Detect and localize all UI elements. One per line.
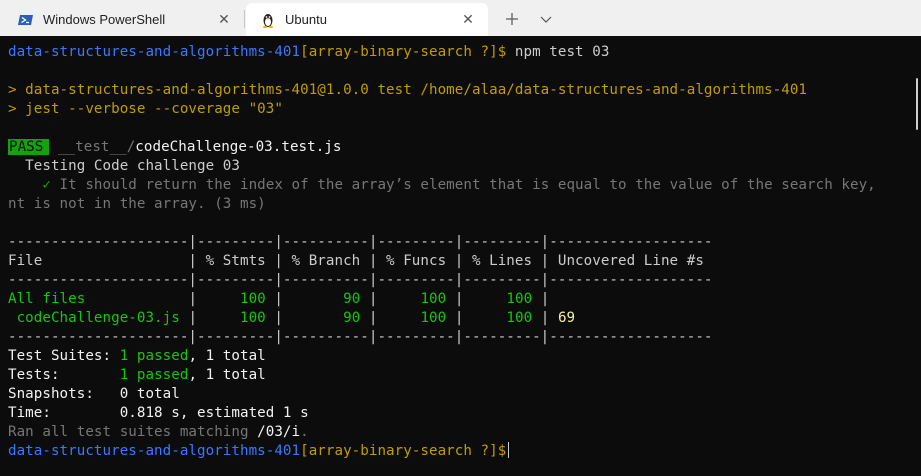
scrollbar-thumb[interactable] bbox=[916, 78, 918, 130]
tab-windows-powershell[interactable]: Windows PowerShell ✕ bbox=[4, 3, 244, 36]
ran-pattern: /03/i bbox=[257, 424, 301, 440]
coverage-branch: 90 bbox=[343, 291, 361, 307]
coverage-lines: 100 bbox=[506, 310, 533, 326]
describe-line: Testing Code challenge 03 bbox=[8, 158, 240, 174]
time-summary: Time: 0.818 s, estimated 1 s bbox=[8, 405, 309, 421]
ran-suffix: . bbox=[300, 424, 309, 440]
coverage-file: codeChallenge-03.js bbox=[8, 310, 189, 326]
prompt-directory: data-structures-and-algorithms-401 bbox=[8, 443, 301, 459]
summary-total: , 1 total bbox=[188, 367, 266, 383]
coverage-branch: 90 bbox=[343, 310, 361, 326]
command-text: npm test 03 bbox=[506, 44, 610, 60]
prompt-line: data-structures-and-algorithms-401[array… bbox=[8, 43, 609, 62]
coverage-header: File | % Stmts | % Branch | % Funcs | % … bbox=[8, 253, 713, 269]
coverage-separator: ---------------------|---------|--------… bbox=[8, 272, 713, 288]
checkmark-icon: ✓ bbox=[8, 177, 51, 193]
tab-bar: Windows PowerShell ✕ Ubuntu ✕ bbox=[0, 0, 921, 36]
test-directory: __test__/ bbox=[49, 139, 136, 155]
snapshots-summary: Snapshots: 0 total bbox=[8, 386, 180, 402]
npm-script-line: > data-structures-and-algorithms-401@1.0… bbox=[8, 82, 808, 98]
tab-ubuntu[interactable]: Ubuntu ✕ bbox=[246, 3, 488, 36]
chevron-down-icon bbox=[540, 16, 552, 23]
prompt-branch: [array-binary-search ?]$ bbox=[300, 44, 507, 60]
coverage-row: codeChallenge-03.js | 100 | 90 | 100 | 1… bbox=[8, 310, 576, 326]
new-tab-dropdown-button[interactable] bbox=[536, 9, 556, 29]
terminal-output[interactable]: data-structures-and-algorithms-401[array… bbox=[0, 36, 921, 476]
plus-icon bbox=[506, 13, 518, 25]
summary-passed: 1 passed bbox=[119, 348, 189, 364]
test-suites-summary: Test Suites: 1 passed, 1 total bbox=[8, 347, 266, 366]
coverage-funcs: 100 bbox=[420, 310, 447, 326]
prompt-directory: data-structures-and-algorithms-401 bbox=[8, 44, 301, 60]
jest-command-line: > jest --verbose --coverage "03" bbox=[8, 101, 283, 117]
close-tab-icon[interactable]: ✕ bbox=[460, 11, 476, 28]
linux-penguin-icon bbox=[260, 12, 276, 28]
coverage-uncovered: 69 bbox=[557, 310, 576, 326]
new-tab-button[interactable] bbox=[502, 9, 522, 29]
test-result-line: PASS __test__/codeChallenge-03.test.js bbox=[8, 138, 342, 157]
scrollbar[interactable] bbox=[913, 36, 921, 476]
test-case-continuation: nt is not in the array. (3 ms) bbox=[8, 196, 266, 212]
tab-label: Windows PowerShell bbox=[43, 12, 166, 27]
tab-separator bbox=[244, 10, 245, 28]
coverage-separator: ---------------------|---------|--------… bbox=[8, 329, 713, 345]
ran-prefix: Ran all test suites matching bbox=[8, 424, 258, 440]
coverage-row: All files | 100 | 90 | 100 | 100 | bbox=[8, 291, 558, 307]
text-cursor bbox=[508, 442, 510, 458]
summary-label: Tests: bbox=[8, 367, 120, 383]
coverage-separator: ---------------------|---------|--------… bbox=[8, 234, 713, 250]
coverage-lines: 100 bbox=[506, 291, 533, 307]
coverage-file: All files bbox=[8, 291, 189, 307]
test-case-line: ✓ It should return the index of the arra… bbox=[8, 176, 876, 195]
summary-label: Test Suites: bbox=[8, 348, 120, 364]
test-case-description: It should return the index of the array’… bbox=[50, 177, 876, 193]
summary-passed: 1 passed bbox=[119, 367, 189, 383]
summary-total: , 1 total bbox=[188, 348, 266, 364]
prompt-line: data-structures-and-algorithms-401[array… bbox=[8, 442, 510, 461]
coverage-funcs: 100 bbox=[420, 291, 447, 307]
tab-label: Ubuntu bbox=[285, 12, 327, 27]
coverage-stmts: 100 bbox=[240, 310, 266, 326]
test-filename: codeChallenge-03.test.js bbox=[135, 139, 342, 155]
close-tab-icon[interactable]: ✕ bbox=[216, 11, 232, 28]
prompt-branch: [array-binary-search ?]$ bbox=[300, 443, 507, 459]
tests-summary: Tests: 1 passed, 1 total bbox=[8, 366, 266, 385]
pass-badge: PASS bbox=[8, 139, 50, 155]
ran-all-line: Ran all test suites matching /03/i. bbox=[8, 423, 309, 442]
powershell-icon bbox=[18, 12, 34, 28]
coverage-stmts: 100 bbox=[240, 291, 266, 307]
